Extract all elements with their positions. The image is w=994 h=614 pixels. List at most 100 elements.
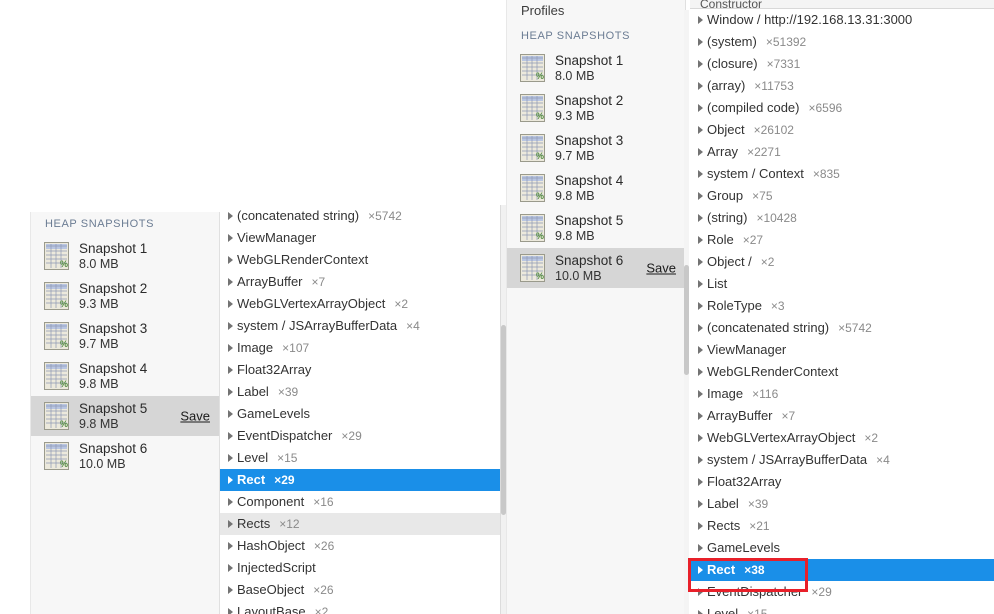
expand-triangle-icon[interactable] — [228, 234, 233, 242]
profiles-snapshot-row[interactable]: % Snapshot 2 9.3 MB — [507, 88, 685, 128]
expand-triangle-icon[interactable] — [698, 368, 703, 376]
right-tree-row[interactable]: (closure) ×7331 — [690, 53, 994, 75]
profiles-snapshot-row[interactable]: % Snapshot 4 9.8 MB — [507, 168, 685, 208]
profiles-snapshot-row[interactable]: % Snapshot 6 10.0 MB Save — [507, 248, 685, 288]
right-tree-row[interactable]: Float32Array — [690, 471, 994, 493]
right-tree-row[interactable]: GameLevels — [690, 537, 994, 559]
expand-triangle-icon[interactable] — [698, 544, 703, 552]
left-snapshot-row[interactable]: % Snapshot 1 8.0 MB — [31, 236, 219, 276]
expand-triangle-icon[interactable] — [228, 542, 233, 550]
middle-tree-row[interactable]: WebGLVertexArrayObject ×2 — [220, 293, 500, 315]
expand-triangle-icon[interactable] — [698, 126, 703, 134]
right-tree-row[interactable]: (concatenated string) ×5742 — [690, 317, 994, 339]
right-tree-row[interactable]: Role ×27 — [690, 229, 994, 251]
expand-triangle-icon[interactable] — [698, 170, 703, 178]
middle-tree-row[interactable]: Level ×15 — [220, 447, 500, 469]
middle-tree-row[interactable]: HashObject ×26 — [220, 535, 500, 557]
expand-triangle-icon[interactable] — [228, 432, 233, 440]
expand-triangle-icon[interactable] — [228, 586, 233, 594]
expand-triangle-icon[interactable] — [698, 522, 703, 530]
expand-triangle-icon[interactable] — [698, 148, 703, 156]
right-tree-row[interactable]: system / JSArrayBufferData ×4 — [690, 449, 994, 471]
middle-tree-row[interactable]: LayoutBase ×2 — [220, 601, 500, 614]
right-tree-row[interactable]: EventDispatcher ×29 — [690, 581, 994, 603]
expand-triangle-icon[interactable] — [698, 302, 703, 310]
expand-triangle-icon[interactable] — [698, 16, 703, 24]
right-tree-row[interactable]: Label ×39 — [690, 493, 994, 515]
middle-tree-row[interactable]: system / JSArrayBufferData ×4 — [220, 315, 500, 337]
middle-tree-row[interactable]: Component ×16 — [220, 491, 500, 513]
expand-triangle-icon[interactable] — [228, 278, 233, 286]
expand-triangle-icon[interactable] — [228, 410, 233, 418]
expand-triangle-icon[interactable] — [698, 38, 703, 46]
right-tree-row[interactable]: Group ×75 — [690, 185, 994, 207]
left-save-link[interactable]: Save — [180, 409, 210, 424]
middle-tree-row[interactable]: Rects ×12 — [220, 513, 500, 535]
expand-triangle-icon[interactable] — [698, 214, 703, 222]
right-tree-row[interactable]: Window / http://192.168.13.31:3000 — [690, 9, 994, 31]
right-tree-row[interactable]: (array) ×11753 — [690, 75, 994, 97]
expand-triangle-icon[interactable] — [228, 608, 233, 614]
middle-tree-row[interactable]: BaseObject ×26 — [220, 579, 500, 601]
right-tree-row[interactable]: Image ×116 — [690, 383, 994, 405]
expand-triangle-icon[interactable] — [698, 280, 703, 288]
expand-triangle-icon[interactable] — [228, 476, 233, 484]
expand-triangle-icon[interactable] — [228, 520, 233, 528]
expand-triangle-icon[interactable] — [228, 366, 233, 374]
expand-triangle-icon[interactable] — [698, 192, 703, 200]
left-snapshot-row[interactable]: % Snapshot 3 9.7 MB — [31, 316, 219, 356]
middle-tree-row[interactable]: Label ×39 — [220, 381, 500, 403]
expand-triangle-icon[interactable] — [698, 258, 703, 266]
middle-tree-row[interactable]: Rect ×29 — [220, 469, 500, 491]
expand-triangle-icon[interactable] — [698, 412, 703, 420]
expand-triangle-icon[interactable] — [228, 344, 233, 352]
left-snapshot-row[interactable]: % Snapshot 4 9.8 MB — [31, 356, 219, 396]
right-tree-row[interactable]: (string) ×10428 — [690, 207, 994, 229]
right-tree-row[interactable]: WebGLRenderContext — [690, 361, 994, 383]
expand-triangle-icon[interactable] — [228, 388, 233, 396]
expand-triangle-icon[interactable] — [698, 60, 703, 68]
expand-triangle-icon[interactable] — [228, 454, 233, 462]
right-tree-row[interactable]: ViewManager — [690, 339, 994, 361]
right-tree-row[interactable]: RoleType ×3 — [690, 295, 994, 317]
expand-triangle-icon[interactable] — [698, 104, 703, 112]
expand-triangle-icon[interactable] — [228, 564, 233, 572]
right-tree-row[interactable]: Level ×15 — [690, 603, 994, 614]
right-tree-row[interactable]: system / Context ×835 — [690, 163, 994, 185]
middle-tree-row[interactable]: EventDispatcher ×29 — [220, 425, 500, 447]
right-tree-scrollbar[interactable] — [684, 10, 689, 614]
left-snapshot-row[interactable]: % Snapshot 6 10.0 MB — [31, 436, 219, 476]
expand-triangle-icon[interactable] — [698, 324, 703, 332]
expand-triangle-icon[interactable] — [228, 212, 233, 220]
middle-tree-row[interactable]: ViewManager — [220, 227, 500, 249]
middle-tree-row[interactable]: GameLevels — [220, 403, 500, 425]
right-tree-row[interactable]: (compiled code) ×6596 — [690, 97, 994, 119]
profiles-snapshot-row[interactable]: % Snapshot 3 9.7 MB — [507, 128, 685, 168]
middle-tree-row[interactable]: WebGLRenderContext — [220, 249, 500, 271]
expand-triangle-icon[interactable] — [228, 256, 233, 264]
expand-triangle-icon[interactable] — [698, 434, 703, 442]
expand-triangle-icon[interactable] — [698, 346, 703, 354]
right-tree-row[interactable]: WebGLVertexArrayObject ×2 — [690, 427, 994, 449]
right-tree-row[interactable]: Array ×2271 — [690, 141, 994, 163]
right-tree-row[interactable]: (system) ×51392 — [690, 31, 994, 53]
expand-triangle-icon[interactable] — [698, 82, 703, 90]
middle-tree-row[interactable]: (concatenated string) ×5742 — [220, 205, 500, 227]
expand-triangle-icon[interactable] — [698, 610, 703, 614]
expand-triangle-icon[interactable] — [698, 588, 703, 596]
right-tree-row[interactable]: Object ×26102 — [690, 119, 994, 141]
profiles-save-link[interactable]: Save — [646, 261, 676, 276]
right-tree-row[interactable]: ArrayBuffer ×7 — [690, 405, 994, 427]
expand-triangle-icon[interactable] — [698, 500, 703, 508]
expand-triangle-icon[interactable] — [698, 390, 703, 398]
constructor-column-header[interactable]: Constructor — [690, 0, 994, 9]
middle-tree-row[interactable]: InjectedScript — [220, 557, 500, 579]
expand-triangle-icon[interactable] — [698, 478, 703, 486]
profiles-snapshot-row[interactable]: % Snapshot 1 8.0 MB — [507, 48, 685, 88]
left-snapshot-row[interactable]: % Snapshot 5 9.8 MB Save — [31, 396, 219, 436]
expand-triangle-icon[interactable] — [228, 498, 233, 506]
expand-triangle-icon[interactable] — [698, 456, 703, 464]
middle-tree-row[interactable]: ArrayBuffer ×7 — [220, 271, 500, 293]
expand-triangle-icon[interactable] — [228, 322, 233, 330]
middle-tree-row[interactable]: Image ×107 — [220, 337, 500, 359]
